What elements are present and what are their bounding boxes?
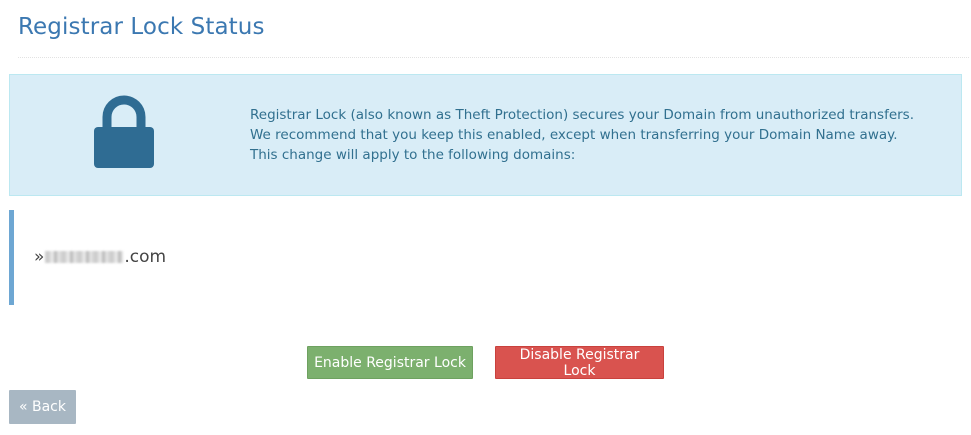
info-line: We recommend that you keep this enabled,… xyxy=(250,127,898,143)
disable-registrar-lock-button[interactable]: Disable Registrar Lock xyxy=(495,346,664,379)
page: Registrar Lock Status Registrar Lock (al… xyxy=(0,0,971,435)
title-divider xyxy=(18,57,969,58)
domain-list: » .com xyxy=(9,210,965,305)
back-button[interactable]: « Back xyxy=(9,390,76,424)
lock-icon xyxy=(94,95,154,168)
domain-item: » .com xyxy=(34,247,166,267)
enable-registrar-lock-button[interactable]: Enable Registrar Lock xyxy=(307,346,473,379)
domain-bullet: » xyxy=(34,247,45,267)
domain-tld: .com xyxy=(124,247,167,267)
info-line: Registrar Lock (also known as Theft Prot… xyxy=(250,107,914,123)
info-alert: Registrar Lock (also known as Theft Prot… xyxy=(9,74,962,196)
redacted-domain-name xyxy=(45,251,124,263)
info-message: Registrar Lock (also known as Theft Prot… xyxy=(250,105,914,165)
page-title: Registrar Lock Status xyxy=(18,14,265,40)
info-line: This change will apply to the following … xyxy=(250,147,576,163)
